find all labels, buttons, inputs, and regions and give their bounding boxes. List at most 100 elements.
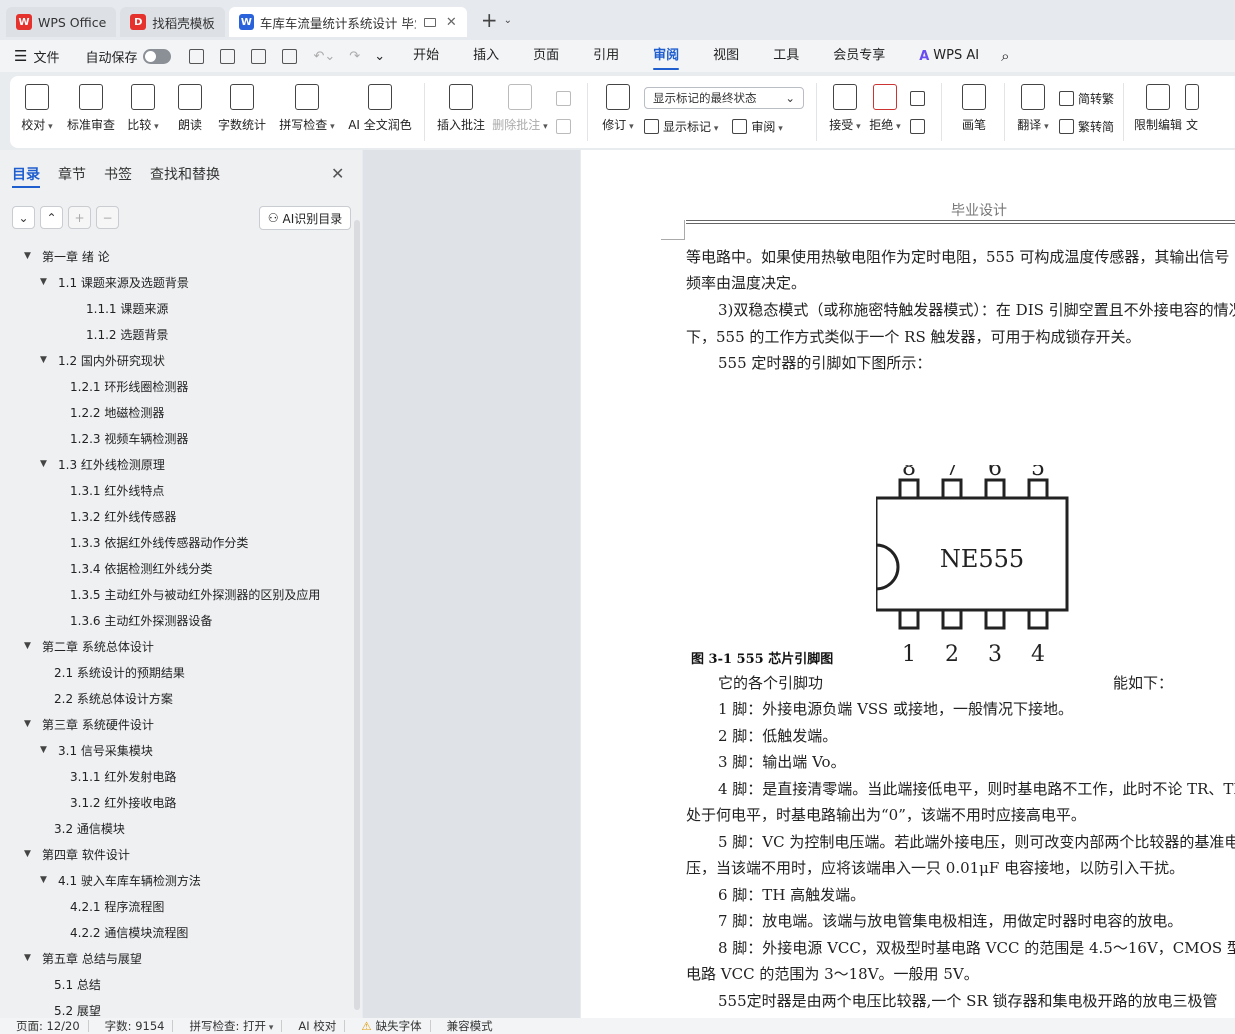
reject-button[interactable]: 拒绝	[865, 76, 905, 148]
toc-item[interactable]: 1.3.4 依据检测红外线分类	[70, 558, 212, 578]
toc-item[interactable]: 5.2 展望	[54, 1000, 101, 1020]
expand-arrow-icon[interactable]: ▼	[24, 641, 36, 651]
file-menu[interactable]: 文件	[33, 47, 59, 66]
missing-font-indicator[interactable]: ⚠ 缺失字体	[361, 1018, 421, 1034]
next-change-icon[interactable]	[909, 118, 925, 134]
toc-item[interactable]: ▼ 1.1 课题来源及选题背景	[40, 272, 189, 292]
chevron-down-icon[interactable]: ⌄	[504, 15, 512, 26]
toc-item[interactable]: 1.3.1 红外线特点	[70, 480, 164, 500]
expand-arrow-icon[interactable]: ▼	[24, 251, 36, 261]
nav-tab-toc[interactable]: 目录	[12, 164, 40, 188]
to-traditional-button[interactable]: 简转繁	[1059, 84, 1115, 112]
markup-mode-select[interactable]: 显示标记的最终状态 ⌄	[644, 87, 804, 109]
print-preview-icon[interactable]	[282, 48, 298, 64]
nav-tab-find-replace[interactable]: 查找和替换	[150, 164, 220, 188]
export-icon[interactable]	[220, 48, 236, 64]
menu-tab-insert[interactable]: 插入	[473, 40, 499, 72]
toc-item[interactable]: ▼ 4.1 驶入车库车辆检测方法	[40, 870, 201, 890]
show-markup-button[interactable]: 显示标记	[663, 118, 718, 135]
previous-change-icon[interactable]	[909, 90, 925, 106]
toc-item[interactable]: 1.2.3 视频车辆检测器	[70, 428, 188, 448]
toc-item[interactable]: 1.3.3 依据红外线传感器动作分类	[70, 532, 248, 552]
document-page[interactable]: 毕业设计 等电路中。如果使用热敏电阻作为定时电阻，555 可构成温度传感器，其输…	[581, 150, 1235, 1018]
tab-docer-templates[interactable]: D 找稻壳模板	[120, 7, 225, 37]
toc-item[interactable]: 1.2.1 环形线圈检测器	[70, 376, 188, 396]
toc-item[interactable]: ▼ 第四章 软件设计	[24, 844, 130, 864]
expand-arrow-icon[interactable]: ▼	[40, 459, 52, 469]
toc-item[interactable]: 4.2.1 程序流程图	[70, 896, 164, 916]
toc-item[interactable]: 1.3.2 红外线传感器	[70, 506, 176, 526]
track-changes-button[interactable]: 修订	[596, 76, 640, 148]
toc-item[interactable]: ▼ 第五章 总结与展望	[24, 948, 142, 968]
toc-item[interactable]: 1.2.2 地磁检测器	[70, 402, 164, 422]
standard-review-button[interactable]: 标准审查	[64, 76, 118, 148]
document-more-button[interactable]: 文	[1184, 76, 1200, 148]
to-simplified-button[interactable]: 繁转简	[1059, 112, 1115, 140]
page-indicator[interactable]: 页面: 12/20	[16, 1018, 80, 1034]
collapse-all-icon[interactable]: ⌄	[12, 206, 35, 229]
spell-check-indicator[interactable]: 拼写检查: 打开	[189, 1018, 273, 1034]
translate-button[interactable]: 翻译	[1013, 76, 1053, 148]
print-icon[interactable]	[251, 48, 267, 64]
spell-check-button[interactable]: 拼写检查	[272, 76, 342, 148]
previous-comment-icon[interactable]	[555, 90, 571, 106]
toc-item[interactable]: 2.2 系统总体设计方案	[54, 688, 173, 708]
remove-heading-icon[interactable]: −	[96, 206, 119, 229]
expand-arrow-icon[interactable]: ▼	[24, 953, 36, 963]
expand-up-icon[interactable]: ⌃	[40, 206, 63, 229]
more-chevron-icon[interactable]: ⌄	[374, 49, 385, 64]
next-comment-icon[interactable]	[555, 118, 571, 134]
toc-item[interactable]: ▼ 第二章 系统总体设计	[24, 636, 154, 656]
ai-polish-button[interactable]: AI 全文润色	[342, 76, 418, 148]
review-pane-button[interactable]: 审阅	[751, 118, 782, 135]
hamburger-icon[interactable]: ☰	[14, 47, 27, 65]
toc-item[interactable]: ▼ 3.1 信号采集模块	[40, 740, 153, 760]
expand-arrow-icon[interactable]: ▼	[40, 875, 52, 885]
undo-icon[interactable]: ↶⌄	[313, 49, 335, 64]
expand-arrow-icon[interactable]: ▼	[24, 719, 36, 729]
toc-item[interactable]: 3.2 通信模块	[54, 818, 125, 838]
add-heading-icon[interactable]: +	[68, 206, 91, 229]
expand-arrow-icon[interactable]: ▼	[40, 277, 52, 287]
toc-item[interactable]: 1.3.6 主动红外探测器设备	[70, 610, 212, 630]
close-icon[interactable]: ✕	[446, 15, 457, 30]
read-aloud-button[interactable]: 朗读	[168, 76, 212, 148]
toc-item[interactable]: 4.2.2 通信模块流程图	[70, 922, 188, 942]
toc-item[interactable]: 3.1.1 红外发射电路	[70, 766, 176, 786]
menu-tab-view[interactable]: 视图	[713, 40, 739, 72]
insert-comment-button[interactable]: 插入批注	[433, 76, 489, 148]
compare-button[interactable]: 比较	[118, 76, 168, 148]
menu-tab-wps-ai[interactable]: WPS AI	[933, 40, 979, 72]
word-count-indicator[interactable]: 字数: 9154	[105, 1018, 165, 1034]
expand-arrow-icon[interactable]: ▼	[40, 745, 52, 755]
toc-item[interactable]: 3.1.2 红外接收电路	[70, 792, 176, 812]
toc-item[interactable]: 1.1.2 选题背景	[86, 324, 168, 344]
ai-proof-indicator[interactable]: AI 校对	[298, 1018, 336, 1034]
toc-item[interactable]: 2.1 系统设计的预期结果	[54, 662, 185, 682]
toc-item[interactable]: 5.1 总结	[54, 974, 101, 994]
expand-arrow-icon[interactable]: ▼	[40, 355, 52, 365]
ink-button[interactable]: 画笔	[952, 76, 996, 148]
toc-item[interactable]: ▼ 1.3 红外线检测原理	[40, 454, 165, 474]
save-icon[interactable]	[189, 48, 205, 64]
restrict-edit-button[interactable]: 限制编辑	[1132, 76, 1184, 148]
tab-current-document[interactable]: W 车库车流量统计系统设计 毕业 ✕	[228, 7, 467, 37]
toc-item[interactable]: ▼ 第三章 系统硬件设计	[24, 714, 154, 734]
redo-icon[interactable]: ↷	[349, 49, 360, 64]
expand-arrow-icon[interactable]: ▼	[24, 849, 36, 859]
menu-tab-member[interactable]: 会员专享	[833, 40, 885, 72]
tab-wps-office[interactable]: W WPS Office	[6, 7, 117, 37]
delete-comment-button[interactable]: 删除批注	[489, 76, 551, 148]
autosave-toggle[interactable]	[143, 48, 172, 64]
menu-tab-home[interactable]: 开始	[413, 40, 439, 72]
proof-button[interactable]: 校对	[10, 76, 64, 148]
toc-item[interactable]: 1.1.1 课题来源	[86, 298, 168, 318]
accept-button[interactable]: 接受	[825, 76, 865, 148]
search-icon[interactable]: ⌕	[1001, 47, 1009, 65]
ai-toc-button[interactable]: ⚇ AI识别目录	[259, 206, 351, 230]
menu-tab-page[interactable]: 页面	[533, 40, 559, 72]
toc-item[interactable]: 1.3.5 主动红外与被动红外探测器的区别及应用	[70, 584, 320, 604]
nav-tab-sections[interactable]: 章节	[58, 164, 86, 188]
toc-item[interactable]: ▼ 1.2 国内外研究现状	[40, 350, 165, 370]
menu-tab-review[interactable]: 审阅	[653, 40, 680, 72]
